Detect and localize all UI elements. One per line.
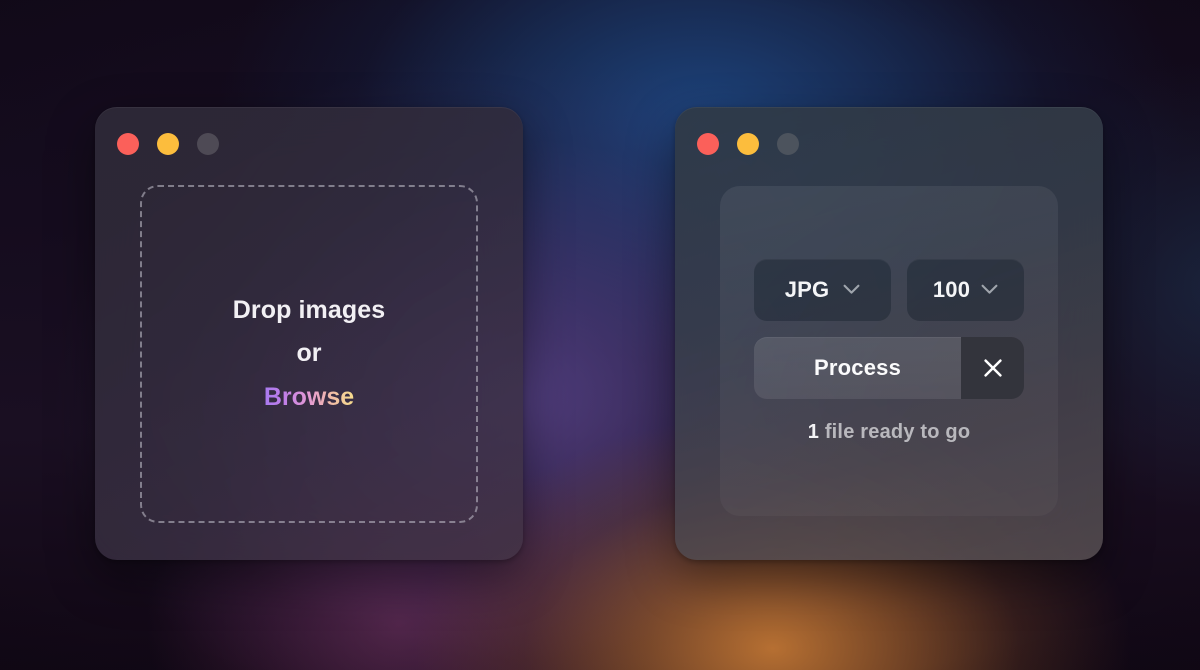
status-file-count: 1 [807,420,820,443]
close-x-icon [982,357,1004,379]
quality-select[interactable]: 100 [907,258,1024,321]
selector-row: JPG 100 [754,258,1024,321]
window-titlebar-left [117,133,219,155]
chevron-down-icon [981,284,998,295]
clear-files-button[interactable] [961,336,1024,399]
zoom-button-icon[interactable] [777,133,799,155]
process-button-label: Process [813,354,901,380]
close-button-icon[interactable] [697,133,719,155]
minimize-button-icon[interactable] [737,133,759,155]
window-titlebar-right [697,133,799,155]
upload-window: Drop images or Browse [95,107,523,560]
format-select-value: JPG [784,276,830,302]
status-file-text: file ready to go [819,420,971,443]
quality-select-value: 100 [932,276,971,302]
close-button-icon[interactable] [117,133,139,155]
dropzone-headline: Drop images [232,295,386,324]
status-message: 1 file ready to go [808,421,971,444]
format-select[interactable]: JPG [754,258,891,321]
action-row: Process [754,336,1024,399]
file-dropzone[interactable]: Drop images or Browse [140,185,478,523]
zoom-button-icon[interactable] [197,133,219,155]
browse-files-link[interactable]: Browse [264,378,354,418]
dropzone-conjunction: or [296,339,322,368]
settings-window: JPG 100 Process 1 file ready to go [675,107,1103,560]
minimize-button-icon[interactable] [157,133,179,155]
settings-card: JPG 100 Process 1 file ready to go [720,186,1058,516]
process-button[interactable]: Process [754,336,961,399]
chevron-down-icon [843,284,860,295]
